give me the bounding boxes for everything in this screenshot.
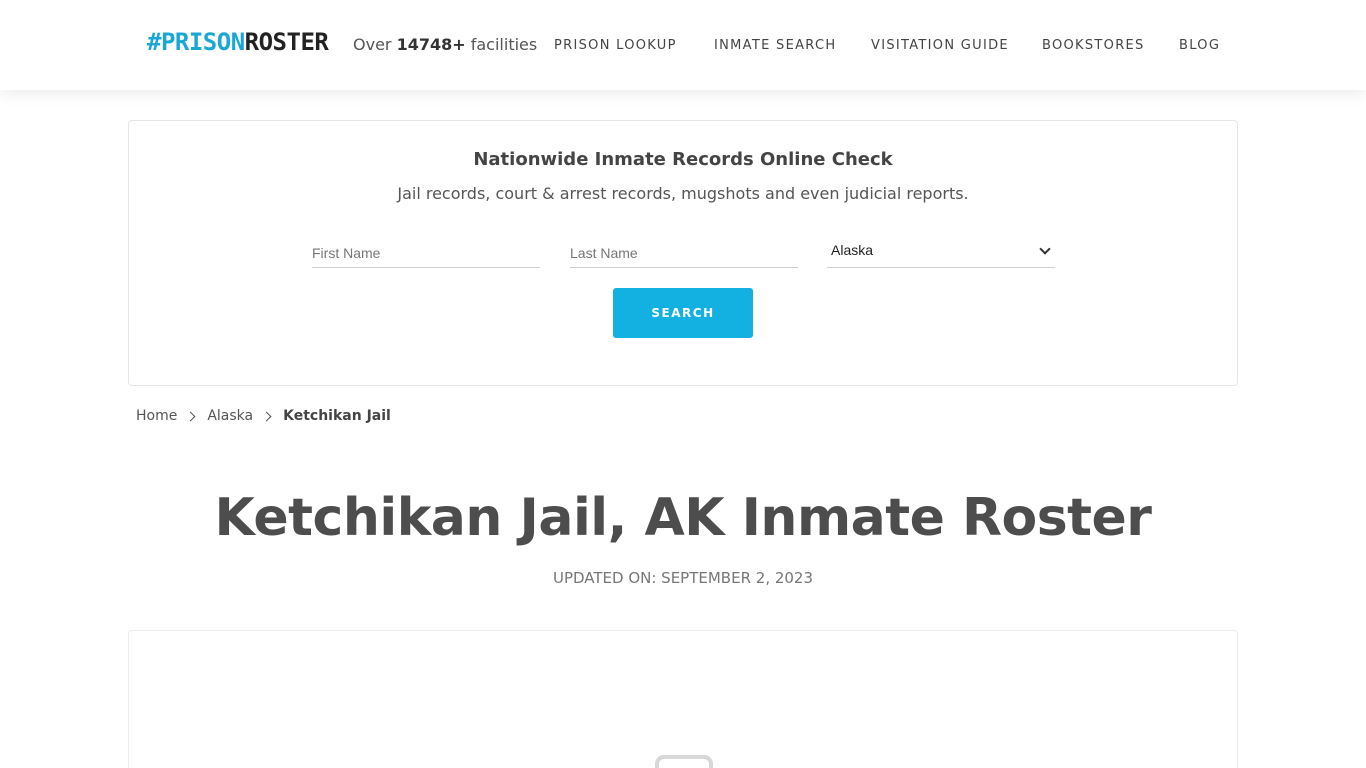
logo-hash: # [147, 28, 161, 56]
logo-prison: PRISON [160, 28, 245, 56]
facilities-number: 14748+ [396, 35, 466, 54]
facilities-suffix: facilities [465, 35, 538, 54]
updated-date: UPDATED ON: SEPTEMBER 2, 2023 [552, 569, 814, 587]
site-logo[interactable]: #PRISONROSTER [147, 28, 329, 56]
search-card-subtitle: Jail records, court & arrest records, mu… [397, 184, 969, 203]
last-name-input[interactable] [570, 238, 798, 268]
state-select[interactable]: Alaska [827, 238, 1055, 268]
page-title: Ketchikan Jail, AK Inmate Roster [214, 488, 1152, 548]
content-card [128, 630, 1238, 768]
facilities-count: Over 14748+ facilities [353, 35, 537, 54]
first-name-input[interactable] [312, 238, 540, 268]
chevron-right-icon [185, 411, 196, 421]
breadcrumb-home[interactable]: Home [136, 408, 177, 424]
chevron-right-icon [261, 411, 272, 421]
nav-visitation-guide[interactable]: VISITATION GUIDE [871, 38, 1009, 53]
search-card-title: Nationwide Inmate Records Online Check [473, 149, 893, 170]
logo-roster: ROSTER [244, 28, 329, 56]
search-button[interactable]: SEARCH [613, 288, 753, 338]
inmate-search-card: Nationwide Inmate Records Online Check J… [128, 120, 1238, 386]
breadcrumb-current: Ketchikan Jail [283, 408, 391, 424]
state-select-value: Alaska [831, 242, 874, 258]
chevron-down-icon [1039, 243, 1051, 255]
breadcrumb-alaska[interactable]: Alaska [207, 408, 253, 424]
facilities-prefix: Over [353, 35, 397, 54]
nav-prison-lookup[interactable]: PRISON LOOKUP [554, 38, 677, 53]
nav-bookstores[interactable]: BOOKSTORES [1042, 38, 1145, 53]
nav-blog[interactable]: BLOG [1179, 38, 1220, 53]
top-navigation-bar: #PRISONROSTER Over 14748+ facilities PRI… [0, 0, 1366, 90]
image-placeholder-icon [655, 755, 713, 768]
nav-inmate-search[interactable]: INMATE SEARCH [714, 38, 836, 53]
breadcrumb: Home Alaska Ketchikan Jail [136, 408, 391, 424]
